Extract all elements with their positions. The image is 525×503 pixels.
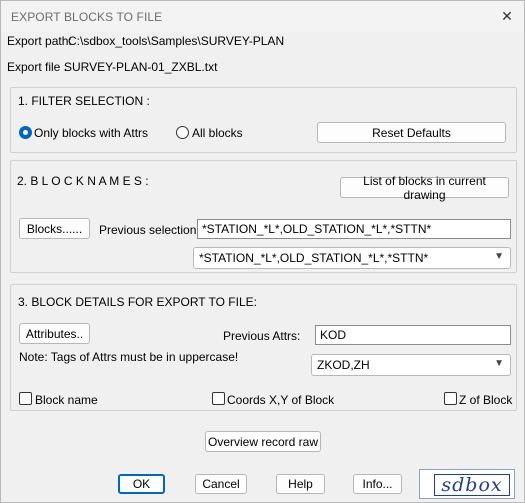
help-button[interactable]: Help — [276, 474, 325, 494]
title-bar: EXPORT BLOCKS TO FILE ✕ — [1, 1, 524, 32]
blocks-button[interactable]: Blocks...... — [19, 218, 90, 239]
attributes-button[interactable]: Attributes.. — [19, 323, 90, 344]
block-details-heading: 3. BLOCK DETAILS FOR EXPORT TO FILE: — [18, 295, 257, 309]
z-of-block-checkbox-label: Z of Block — [459, 393, 513, 407]
previous-selection-input[interactable]: *STATION_*L*,OLD_STATION_*L*,*STTN* — [197, 219, 511, 239]
cancel-button[interactable]: Cancel — [195, 474, 247, 494]
radio-only-blocks-with-attrs[interactable] — [19, 126, 32, 139]
filter-selection-heading: 1. FILTER SELECTION : — [18, 94, 150, 108]
export-path-label: Export path: — [7, 34, 72, 48]
sdbox-logo: sdbox — [419, 469, 515, 499]
attrs-combo[interactable]: ZKOD,ZH ▼ — [311, 354, 511, 376]
info-button[interactable]: Info... — [353, 474, 402, 494]
previous-attrs-input[interactable]: KOD — [315, 325, 511, 345]
coords-checkbox[interactable] — [212, 392, 225, 405]
ok-button[interactable]: OK — [118, 474, 165, 494]
coords-checkbox-label: Coords X,Y of Block — [227, 393, 335, 407]
block-names-heading: 2. B L O C K N A M E S : — [17, 174, 149, 188]
list-blocks-button[interactable]: List of blocks in current drawing — [340, 174, 509, 202]
uppercase-note: Note: Tags of Attrs must be in uppercase… — [19, 350, 239, 364]
export-file-value: SURVEY-PLAN-01_ZXBL.txt — [64, 60, 218, 74]
z-of-block-checkbox[interactable] — [444, 392, 457, 405]
radio-all-blocks[interactable] — [176, 126, 189, 139]
export-path-value: C:\sdbox_tools\Samples\SURVEY-PLAN — [68, 34, 285, 48]
block-name-checkbox[interactable] — [19, 392, 32, 405]
overview-record-raw-button[interactable]: Overview record raw — [205, 431, 321, 452]
sdbox-logo-text: sdbox — [434, 474, 510, 496]
close-icon[interactable]: ✕ — [496, 5, 518, 27]
chevron-down-icon: ▼ — [494, 358, 504, 369]
attrs-combo-value: ZKOD,ZH — [317, 358, 370, 372]
previous-attrs-label: Previous Attrs: — [223, 329, 301, 343]
window-title: EXPORT BLOCKS TO FILE — [11, 10, 163, 24]
block-names-combo-value: *STATION_*L*,OLD_STATION_*L*,*STTN* — [199, 251, 429, 265]
export-blocks-dialog: EXPORT BLOCKS TO FILE ✕ Export path: C:\… — [0, 0, 525, 503]
chevron-down-icon: ▼ — [494, 251, 504, 262]
radio-all-blocks-label: All blocks — [192, 126, 243, 140]
block-names-combo[interactable]: *STATION_*L*,OLD_STATION_*L*,*STTN* ▼ — [193, 247, 511, 269]
reset-defaults-button[interactable]: Reset Defaults — [317, 122, 506, 143]
export-file-label: Export file : — [7, 60, 68, 74]
radio-only-blocks-with-attrs-label: Only blocks with Attrs — [34, 126, 149, 140]
previous-selection-label: Previous selection : — [99, 223, 204, 237]
block-name-checkbox-label: Block name — [35, 393, 98, 407]
